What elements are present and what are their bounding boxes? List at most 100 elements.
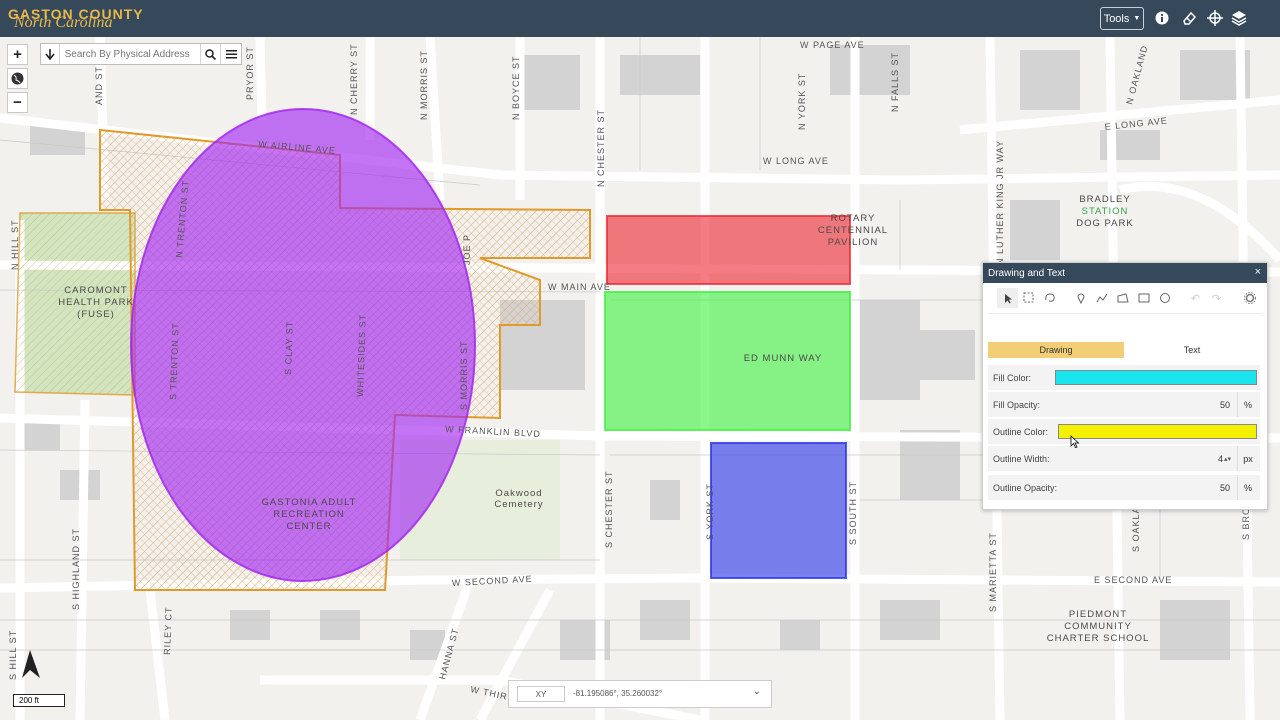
circle-icon[interactable]: [1154, 288, 1175, 308]
crosshair-icon[interactable]: [1206, 9, 1224, 27]
place-piedmont-3: CHARTER SCHOOL: [1047, 633, 1150, 644]
rectangle-icon[interactable]: [1133, 288, 1154, 308]
drawn-blue-rectangle[interactable]: [710, 442, 847, 579]
place-oakwood-2: Cemetery: [494, 499, 543, 510]
tools-dropdown-button[interactable]: Tools ▼: [1100, 7, 1144, 30]
coordinate-mode-button[interactable]: XY: [517, 686, 565, 702]
place-gastonia-1: GASTONIA ADULT: [262, 497, 357, 508]
street-label-s-marietta: S MARIETTA ST: [988, 532, 998, 612]
drawing-and-text-panel: Drawing and Text × ↶ ↷ Drawing Text Fill…: [982, 262, 1268, 510]
street-label-s-highland: S HIGHLAND ST: [71, 528, 81, 610]
scale-bar: 200 ft: [13, 694, 65, 707]
outline-width-label: Outline Width:: [993, 453, 1050, 464]
polyline-icon[interactable]: [1091, 288, 1112, 308]
outline-color-swatch[interactable]: [1058, 424, 1257, 439]
street-label-mlk: N LUTHER KING JR WAY: [995, 140, 1005, 265]
place-piedmont-1: PIEDMONT: [1069, 609, 1127, 620]
street-label-n-york: N YORK ST: [797, 73, 807, 130]
street-label-s-south: S SOUTH ST: [848, 481, 858, 545]
outline-width-row: Outline Width: 4 ▴▾ px: [988, 446, 1260, 471]
lasso-icon[interactable]: [1039, 288, 1060, 308]
search-input[interactable]: [59, 47, 200, 61]
zoom-in-label: +: [13, 46, 22, 63]
place-oakwood-1: Oakwood: [495, 488, 542, 499]
layers-icon[interactable]: [1230, 9, 1248, 27]
place-rotary-3: PAVILION: [828, 237, 878, 248]
street-label-n-morris: N MORRIS ST: [419, 50, 429, 120]
street-label-w-long: W LONG AVE: [763, 156, 829, 166]
list-icon[interactable]: [221, 44, 241, 64]
outline-opacity-unit: %: [1237, 475, 1258, 500]
point-icon[interactable]: [1070, 288, 1091, 308]
street-label-and: AND ST: [94, 66, 104, 105]
fill-color-row: Fill Color:: [988, 365, 1260, 390]
info-icon[interactable]: [1153, 9, 1171, 27]
drawn-red-rectangle[interactable]: [606, 215, 851, 285]
chevron-down-icon[interactable]: ⌄: [753, 686, 761, 697]
outline-color-label: Outline Color:: [993, 426, 1049, 437]
street-label-s-chester: S CHESTER ST: [604, 470, 614, 548]
drawing-toolbar: ↶ ↷: [987, 283, 1263, 314]
tab-text-label: Text: [1183, 345, 1201, 355]
zoom-out-label: −: [13, 94, 22, 111]
pointer-icon[interactable]: [997, 288, 1018, 308]
fill-opacity-unit: %: [1237, 392, 1258, 417]
coordinate-mode-label: XY: [535, 689, 547, 699]
place-caromont-3: (FUSE): [77, 309, 115, 320]
globe-button[interactable]: [7, 68, 28, 89]
redo-icon[interactable]: ↷: [1206, 288, 1227, 308]
place-bradley-3: DOG PARK: [1076, 218, 1133, 229]
place-caromont-2: HEALTH PARK: [58, 297, 134, 308]
tab-text[interactable]: Text: [1124, 342, 1260, 358]
zoom-in-button[interactable]: +: [7, 44, 28, 65]
outline-width-input[interactable]: 4: [1218, 454, 1223, 464]
street-label-n-falls: N FALLS ST: [890, 52, 900, 112]
street-label-w-page: W PAGE AVE: [800, 40, 865, 50]
street-label-pryor: PRYOR ST: [245, 46, 255, 100]
coordinate-value: -81.195086°, 35.260032°: [573, 689, 663, 698]
close-icon[interactable]: ×: [1255, 266, 1261, 278]
settings-icon[interactable]: [1239, 288, 1260, 308]
street-label-e-second: E SECOND AVE: [1094, 575, 1172, 585]
street-label-s-morris: S MORRIS ST: [459, 340, 469, 410]
fill-color-swatch[interactable]: [1055, 370, 1257, 385]
polygon-icon[interactable]: [1112, 288, 1133, 308]
place-bradley-1: BRADLEY: [1079, 194, 1130, 205]
street-label-w-main: W MAIN AVE: [548, 282, 611, 292]
place-piedmont-2: COMMUNITY: [1064, 621, 1132, 632]
panel-tabs: Drawing Text: [988, 342, 1260, 358]
zoom-out-button[interactable]: −: [7, 92, 28, 113]
outline-opacity-label: Outline Opacity:: [993, 482, 1058, 493]
street-label-n-boyce: N BOYCE ST: [511, 55, 521, 120]
select-box-icon[interactable]: [1018, 288, 1039, 308]
eraser-icon[interactable]: [1180, 9, 1198, 27]
coordinate-readout: XY -81.195086°, 35.260032° ⌄: [508, 680, 772, 708]
street-label-s-hill: S HILL ST: [8, 630, 18, 680]
street-label-s-oakland: S OAKLA: [1131, 506, 1141, 552]
outline-opacity-input[interactable]: 50: [1220, 483, 1230, 493]
outline-color-row: Outline Color:: [988, 419, 1260, 444]
street-label-joe-p: JOE P: [462, 234, 472, 265]
fill-opacity-input[interactable]: 50: [1220, 400, 1230, 410]
place-caromont-1: CAROMONT: [64, 285, 127, 296]
fill-opacity-label: Fill Opacity:: [993, 399, 1041, 410]
fill-opacity-row: Fill Opacity: 50 %: [988, 392, 1260, 417]
street-label-n-cherry: N CHERRY ST: [349, 43, 359, 115]
brand-subtitle: North Carolina: [14, 14, 113, 31]
scale-bar-label: 200 ft: [19, 696, 40, 705]
download-arrow-icon[interactable]: [41, 44, 60, 64]
place-rotary-2: CENTENNIAL: [818, 225, 888, 236]
fill-color-label: Fill Color:: [993, 372, 1032, 383]
place-gastonia-2: RECREATION: [273, 509, 345, 520]
tab-drawing[interactable]: Drawing: [988, 342, 1124, 358]
mouse-cursor-icon: [1070, 435, 1080, 448]
place-bradley-2: STATION: [1082, 206, 1129, 217]
undo-icon[interactable]: ↶: [1185, 288, 1206, 308]
spinner-icon[interactable]: ▴▾: [1224, 455, 1231, 463]
panel-title: Drawing and Text: [988, 267, 1066, 279]
place-rotary-1: ROTARY: [831, 213, 876, 224]
search-icon[interactable]: [199, 44, 222, 64]
street-label-n-hill: N HILL ST: [10, 219, 20, 270]
street-label-s-clay: S CLAY ST: [283, 321, 295, 376]
globe-icon: [11, 72, 24, 85]
